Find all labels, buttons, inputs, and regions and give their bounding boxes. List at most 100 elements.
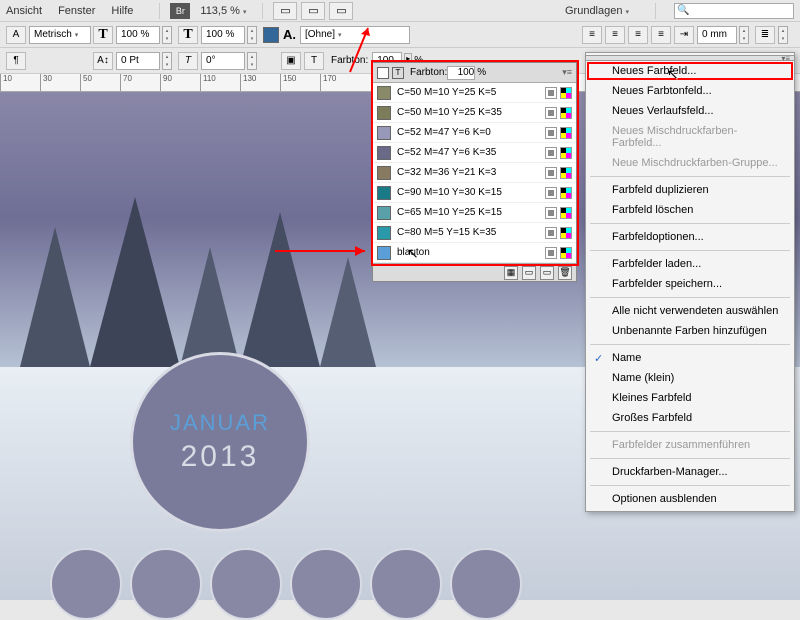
swatch-name: C=32 M=36 Y=21 K=3 — [397, 167, 545, 178]
cmyk-icon — [560, 87, 572, 99]
hscale-icon[interactable]: T — [93, 26, 113, 44]
indent-spin[interactable]: ▴▾ — [739, 26, 749, 44]
swatch-row[interactable]: C=50 M=10 Y=25 K=5 — [373, 83, 576, 103]
menu-unbenannte[interactable]: Unbenannte Farben hinzufügen — [586, 321, 794, 341]
fill-color[interactable] — [263, 27, 279, 43]
cursor-icon — [667, 66, 679, 82]
swatch-row[interactable]: blauton — [373, 243, 576, 263]
swatch-proxy-icon[interactable]: ▣ — [281, 52, 301, 70]
swatches-header: T Farbton: % ▾≡ — [373, 63, 576, 83]
menu-fenster[interactable]: Fenster — [58, 5, 95, 17]
swatch-color — [377, 146, 391, 160]
align-left-icon[interactable]: ≡ — [582, 26, 602, 44]
menu-name[interactable]: Name — [586, 348, 794, 368]
new-swatch-icon[interactable]: ▭ — [522, 266, 536, 280]
swatch-text-icon[interactable]: T — [304, 52, 324, 70]
vscale-spin[interactable]: ▴▾ — [247, 26, 257, 44]
vscale-value[interactable]: 100 % — [201, 26, 245, 44]
rotate-icon[interactable]: T — [178, 52, 198, 70]
zoom-level[interactable]: 113,5 % — [200, 5, 246, 17]
swatch-name: C=50 M=10 Y=25 K=5 — [397, 87, 545, 98]
menu-neues-verlaufsfeld[interactable]: Neues Verlaufsfeld... — [586, 101, 794, 121]
menu-ansicht[interactable]: Ansicht — [6, 5, 42, 17]
menu-neues-farbtonfeld[interactable]: Neues Farbtonfeld... — [586, 81, 794, 101]
swatch-color — [377, 206, 391, 220]
menu-farbfelder-laden[interactable]: Farbfelder laden... — [586, 254, 794, 274]
baseline-icon[interactable]: A↕ — [93, 52, 113, 70]
indent-value[interactable]: 0 mm — [697, 26, 737, 44]
menu-name-klein[interactable]: Name (klein) — [586, 368, 794, 388]
menubar: Ansicht Fenster Hilfe Br 113,5 % ▭ ▭ ▭ G… — [0, 0, 800, 22]
view-mode-1[interactable]: ▭ — [273, 2, 297, 20]
list-icon[interactable]: ≣ — [755, 26, 775, 44]
swatch-row[interactable]: C=80 M=5 Y=15 K=35 — [373, 223, 576, 243]
menu-kleines-farbfeld[interactable]: Kleines Farbfeld — [586, 388, 794, 408]
align-center-icon[interactable]: ≡ — [605, 26, 625, 44]
swatch-name: C=65 M=10 Y=25 K=15 — [397, 207, 545, 218]
menu-farbfeldoptionen[interactable]: Farbfeldoptionen... — [586, 227, 794, 247]
menu-grosses-farbfeld[interactable]: Großes Farbfeld — [586, 408, 794, 428]
swatch-type-icon — [545, 167, 557, 179]
swatch-row[interactable]: C=32 M=36 Y=21 K=3 — [373, 163, 576, 183]
swatch-type-icon — [545, 227, 557, 239]
swatch-row[interactable]: C=50 M=10 Y=25 K=35 — [373, 103, 576, 123]
list-spin[interactable]: ▴▾ — [778, 26, 788, 44]
menu-hilfe[interactable]: Hilfe — [111, 5, 133, 17]
swatches-footer: ▦ ▭ ▭ 🗑 — [373, 263, 576, 281]
cmyk-icon — [560, 107, 572, 119]
units-select[interactable]: Metrisch — [29, 26, 91, 44]
swatch-type-icon — [545, 87, 557, 99]
view-mode-2[interactable]: ▭ — [301, 2, 325, 20]
hscale-value[interactable]: 100 % — [116, 26, 160, 44]
annotation-arrow-swatch — [275, 244, 375, 258]
swatch-type-icon — [545, 187, 557, 199]
workspace-selector[interactable]: Grundlagen — [565, 5, 629, 17]
rotate-value[interactable]: 0° — [201, 52, 245, 70]
swatch-row[interactable]: C=52 M=47 Y=6 K=0 — [373, 123, 576, 143]
swatch-name: C=90 M=10 Y=30 K=15 — [397, 187, 545, 198]
menu-alle-unbenutzt[interactable]: Alle nicht verwendeten auswählen — [586, 301, 794, 321]
indent-icon[interactable]: ⇥ — [674, 26, 694, 44]
menu-farbfelder-speichern[interactable]: Farbfelder speichern... — [586, 274, 794, 294]
swatch-type-icon — [545, 127, 557, 139]
swatch-row[interactable]: C=90 M=10 Y=30 K=15 — [373, 183, 576, 203]
swatches-list[interactable]: C=50 M=10 Y=25 K=5C=50 M=10 Y=25 K=35C=5… — [373, 83, 576, 263]
swatch-row[interactable]: C=65 M=10 Y=25 K=15 — [373, 203, 576, 223]
separator — [159, 3, 160, 19]
delete-swatch-icon[interactable]: 🗑 — [558, 266, 572, 280]
swatch-row[interactable]: C=52 M=47 Y=6 K=35 — [373, 143, 576, 163]
cmyk-icon — [560, 247, 572, 259]
tint-input[interactable] — [447, 66, 475, 80]
para-panel-icon[interactable]: ¶ — [6, 52, 26, 70]
baseline-value[interactable]: 0 Pt — [116, 52, 160, 70]
menu-loeschen[interactable]: Farbfeld löschen — [586, 200, 794, 220]
text-proxy[interactable]: T — [392, 67, 404, 79]
month-circle[interactable]: JANUAR 2013 — [130, 352, 310, 532]
separator — [655, 3, 656, 19]
swatch-view-icon[interactable]: ▦ — [504, 266, 518, 280]
menu-mischdruck-gruppe: Neue Mischdruckfarben-Gruppe... — [586, 153, 794, 173]
menu-druckfarben-manager[interactable]: Druckfarben-Manager... — [586, 462, 794, 482]
baseline-spin[interactable]: ▴▾ — [162, 52, 172, 70]
swatch-name: blauton — [397, 247, 545, 258]
align-right-icon[interactable]: ≡ — [628, 26, 648, 44]
new-swatch2-icon[interactable]: ▭ — [540, 266, 554, 280]
menu-duplizieren[interactable]: Farbfeld duplizieren — [586, 180, 794, 200]
rotate-spin[interactable]: ▴▾ — [247, 52, 257, 70]
char-panel-icon[interactable]: A — [6, 26, 26, 44]
separator — [262, 3, 263, 19]
align-justify-icon[interactable]: ≡ — [651, 26, 671, 44]
vscale-icon[interactable]: T — [178, 26, 198, 44]
year-label: 2013 — [181, 440, 260, 474]
cmyk-icon — [560, 127, 572, 139]
panel-menu-icon[interactable]: ▾≡ — [562, 67, 572, 78]
swatch-name: C=80 M=5 Y=15 K=35 — [397, 227, 545, 238]
search-input[interactable]: 🔍 — [674, 3, 794, 19]
bridge-button[interactable]: Br — [170, 3, 190, 19]
swatch-color — [377, 186, 391, 200]
menu-optionen-ausblenden[interactable]: Optionen ausblenden — [586, 489, 794, 509]
fill-proxy[interactable] — [377, 67, 389, 79]
view-mode-3[interactable]: ▭ — [329, 2, 353, 20]
menu-neues-farbfeld[interactable]: Neues Farbfeld... — [586, 61, 794, 81]
hscale-spin[interactable]: ▴▾ — [162, 26, 172, 44]
